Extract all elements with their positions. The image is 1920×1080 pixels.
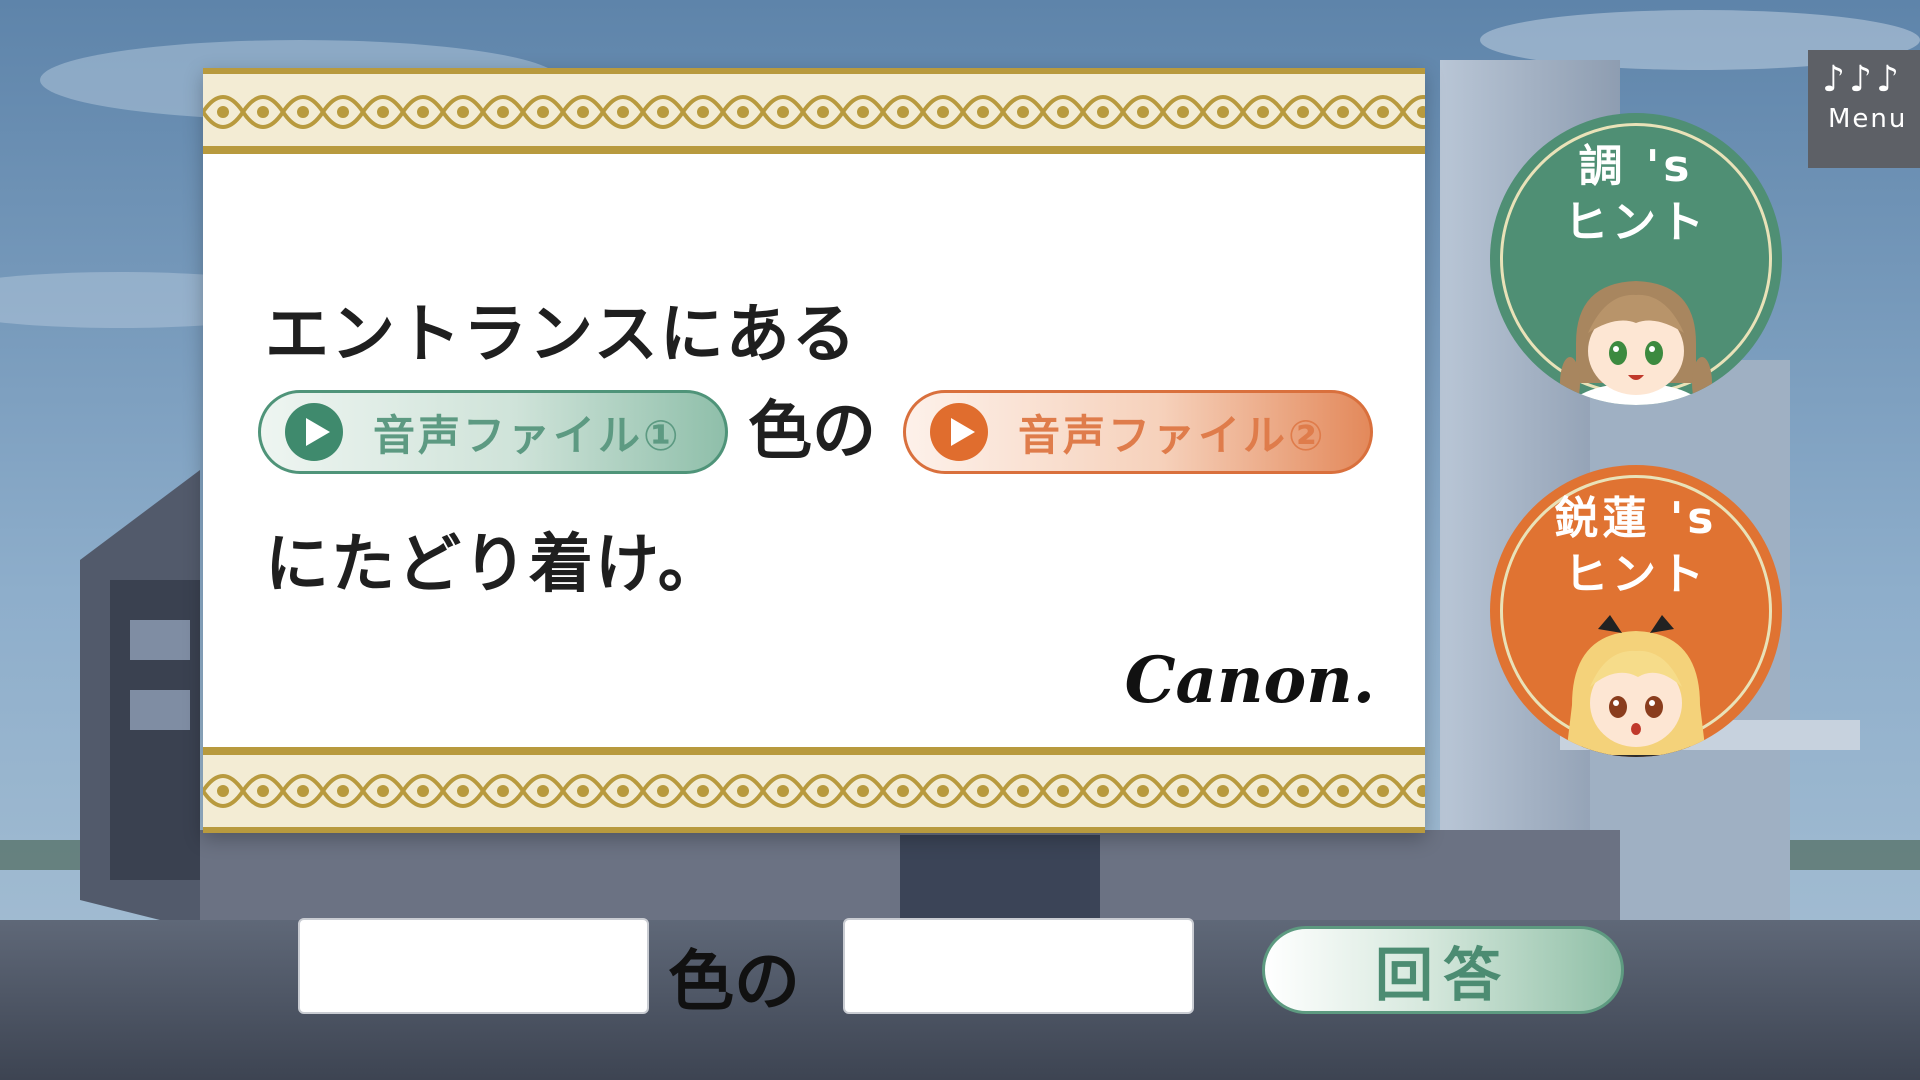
answer-connector-text: 色の (668, 943, 800, 1020)
audio-file-1-label: 音声ファイル① (373, 410, 682, 460)
menu-label: Menu (1828, 104, 1908, 134)
character-portrait-eiren (1566, 615, 1706, 757)
hint-title-line-2: ヒント (1564, 549, 1708, 600)
puzzle-line-3: にたどり着け。 (265, 528, 724, 602)
hint-title-line-1: 調 's (1578, 141, 1694, 192)
hint-title-line-1: 鋭蓮 's (1554, 493, 1718, 544)
menu-button[interactable]: ♪♪♪ Menu (1808, 50, 1920, 168)
audio-file-2-label: 音声ファイル② (1018, 410, 1327, 460)
answer-input-2[interactable] (843, 918, 1194, 1014)
signature: Canon. (1124, 643, 1375, 718)
hint-button-shirabe[interactable]: 調 's ヒント (1490, 113, 1782, 405)
submit-answer-button[interactable]: 回答 (1262, 926, 1624, 1014)
hint-title: 鋭蓮 's ヒント (1490, 465, 1782, 603)
puzzle-line-1: エントランスにある (265, 298, 858, 372)
submit-answer-label: 回答 (1374, 941, 1511, 1009)
play-icon (930, 403, 988, 461)
audio-file-1-button[interactable]: 音声ファイル① (258, 390, 728, 474)
hint-button-eiren[interactable]: 鋭蓮 's ヒント (1490, 465, 1782, 757)
ornamental-border-top (203, 68, 1425, 154)
play-icon (285, 403, 343, 461)
puzzle-line-2: 音声ファイル① 色の 音声ファイル② (258, 390, 1378, 478)
ornamental-border-bottom (203, 747, 1425, 833)
puzzle-middle-text: 色の (748, 395, 876, 469)
character-portrait-shirabe (1560, 281, 1712, 405)
puzzle-card: エントランスにある 音声ファイル① 色の 音声ファイル② にたどり着け。 Can… (203, 68, 1425, 833)
hint-title: 調 's ヒント (1490, 113, 1782, 251)
answer-input-1[interactable] (298, 918, 649, 1014)
hint-title-line-2: ヒント (1564, 197, 1708, 248)
audio-file-2-button[interactable]: 音声ファイル② (903, 390, 1373, 474)
music-notes-icon: ♪♪♪ (1822, 59, 1903, 100)
